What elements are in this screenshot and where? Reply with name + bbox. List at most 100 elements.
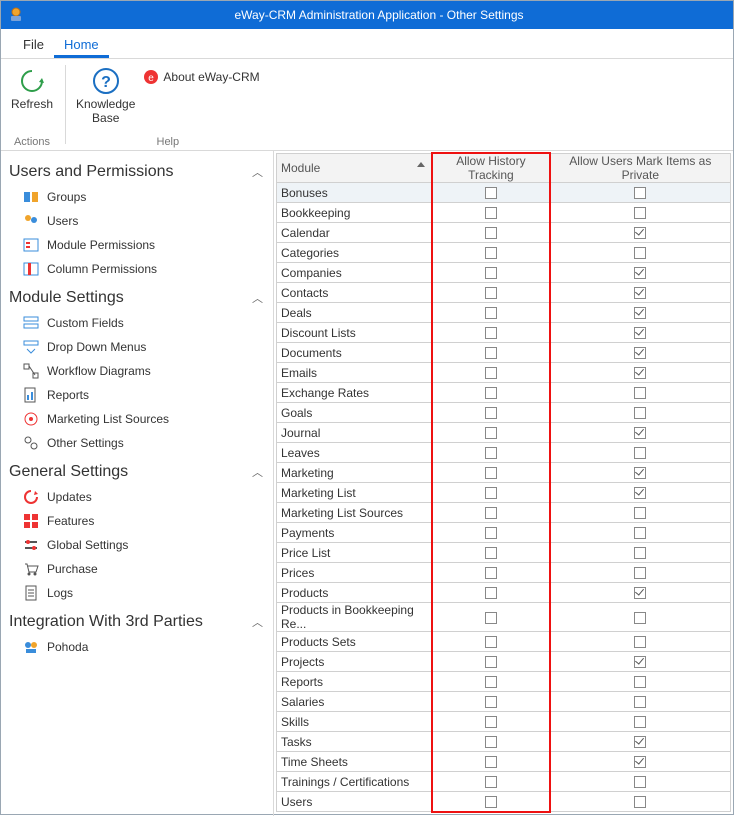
nav-global-settings[interactable]: Global Settings: [9, 533, 267, 557]
checkbox[interactable]: [634, 547, 646, 559]
table-row[interactable]: Payments: [277, 523, 731, 543]
private-cell[interactable]: [550, 203, 730, 223]
table-row[interactable]: Marketing List Sources: [277, 503, 731, 523]
history-cell[interactable]: [432, 363, 550, 383]
checkbox[interactable]: [634, 467, 646, 479]
checkbox[interactable]: [485, 587, 497, 599]
menu-home[interactable]: Home: [54, 31, 109, 58]
table-row[interactable]: Marketing: [277, 463, 731, 483]
checkbox[interactable]: [634, 287, 646, 299]
history-cell[interactable]: [432, 672, 550, 692]
checkbox[interactable]: [634, 587, 646, 599]
history-cell[interactable]: [432, 603, 550, 632]
nav-marketing-list-sources[interactable]: Marketing List Sources: [9, 407, 267, 431]
nav-updates[interactable]: Updates: [9, 485, 267, 509]
private-cell[interactable]: [550, 343, 730, 363]
checkbox[interactable]: [634, 567, 646, 579]
table-row[interactable]: Projects: [277, 652, 731, 672]
checkbox[interactable]: [485, 507, 497, 519]
col-private[interactable]: Allow Users Mark Items as Private: [550, 154, 730, 183]
private-cell[interactable]: [550, 543, 730, 563]
table-row[interactable]: Calendar: [277, 223, 731, 243]
nav-reports[interactable]: Reports: [9, 383, 267, 407]
nav-custom-fields[interactable]: Custom Fields: [9, 311, 267, 335]
history-cell[interactable]: [432, 563, 550, 583]
nav-purchase[interactable]: Purchase: [9, 557, 267, 581]
checkbox[interactable]: [485, 267, 497, 279]
table-row[interactable]: Bookkeeping: [277, 203, 731, 223]
history-cell[interactable]: [432, 243, 550, 263]
private-cell[interactable]: [550, 383, 730, 403]
table-row[interactable]: Goals: [277, 403, 731, 423]
table-row[interactable]: Price List: [277, 543, 731, 563]
history-cell[interactable]: [432, 223, 550, 243]
nav-pohoda[interactable]: Pohoda: [9, 635, 267, 659]
history-cell[interactable]: [432, 403, 550, 423]
history-cell[interactable]: [432, 183, 550, 203]
section-integration[interactable]: Integration With 3rd Parties ︿: [9, 605, 267, 635]
checkbox[interactable]: [485, 736, 497, 748]
private-cell[interactable]: [550, 712, 730, 732]
history-cell[interactable]: [432, 712, 550, 732]
refresh-button[interactable]: Refresh: [5, 63, 59, 113]
history-cell[interactable]: [432, 263, 550, 283]
private-cell[interactable]: [550, 463, 730, 483]
checkbox[interactable]: [485, 547, 497, 559]
private-cell[interactable]: [550, 303, 730, 323]
checkbox[interactable]: [634, 387, 646, 399]
private-cell[interactable]: [550, 263, 730, 283]
private-cell[interactable]: [550, 583, 730, 603]
checkbox[interactable]: [634, 776, 646, 788]
table-row[interactable]: Leaves: [277, 443, 731, 463]
checkbox[interactable]: [634, 327, 646, 339]
about-button[interactable]: e About eWay-CRM: [139, 67, 263, 87]
nav-column-permissions[interactable]: Column Permissions: [9, 257, 267, 281]
table-row[interactable]: Marketing List: [277, 483, 731, 503]
history-cell[interactable]: [432, 203, 550, 223]
private-cell[interactable]: [550, 243, 730, 263]
checkbox[interactable]: [634, 427, 646, 439]
private-cell[interactable]: [550, 183, 730, 203]
checkbox[interactable]: [634, 267, 646, 279]
checkbox[interactable]: [485, 367, 497, 379]
table-row[interactable]: Journal: [277, 423, 731, 443]
col-module[interactable]: Module: [277, 154, 432, 183]
checkbox[interactable]: [485, 447, 497, 459]
private-cell[interactable]: [550, 443, 730, 463]
checkbox[interactable]: [634, 796, 646, 808]
table-row[interactable]: Prices: [277, 563, 731, 583]
checkbox[interactable]: [485, 796, 497, 808]
checkbox[interactable]: [634, 716, 646, 728]
table-row[interactable]: Products: [277, 583, 731, 603]
nav-other-settings[interactable]: Other Settings: [9, 431, 267, 455]
table-row[interactable]: Products in Bookkeeping Re...: [277, 603, 731, 632]
checkbox[interactable]: [634, 756, 646, 768]
checkbox[interactable]: [485, 307, 497, 319]
history-cell[interactable]: [432, 692, 550, 712]
private-cell[interactable]: [550, 772, 730, 792]
checkbox[interactable]: [634, 676, 646, 688]
checkbox[interactable]: [485, 696, 497, 708]
checkbox[interactable]: [485, 427, 497, 439]
checkbox[interactable]: [485, 716, 497, 728]
history-cell[interactable]: [432, 523, 550, 543]
table-row[interactable]: Tasks: [277, 732, 731, 752]
history-cell[interactable]: [432, 543, 550, 563]
checkbox[interactable]: [634, 736, 646, 748]
history-cell[interactable]: [432, 583, 550, 603]
checkbox[interactable]: [485, 776, 497, 788]
table-row[interactable]: Companies: [277, 263, 731, 283]
checkbox[interactable]: [634, 307, 646, 319]
checkbox[interactable]: [485, 567, 497, 579]
knowledge-base-button[interactable]: ? Knowledge Base: [72, 63, 139, 128]
history-cell[interactable]: [432, 652, 550, 672]
private-cell[interactable]: [550, 792, 730, 812]
table-row[interactable]: Trainings / Certifications: [277, 772, 731, 792]
private-cell[interactable]: [550, 632, 730, 652]
private-cell[interactable]: [550, 523, 730, 543]
checkbox[interactable]: [485, 656, 497, 668]
private-cell[interactable]: [550, 283, 730, 303]
private-cell[interactable]: [550, 652, 730, 672]
checkbox[interactable]: [634, 347, 646, 359]
nav-drop-down-menus[interactable]: Drop Down Menus: [9, 335, 267, 359]
